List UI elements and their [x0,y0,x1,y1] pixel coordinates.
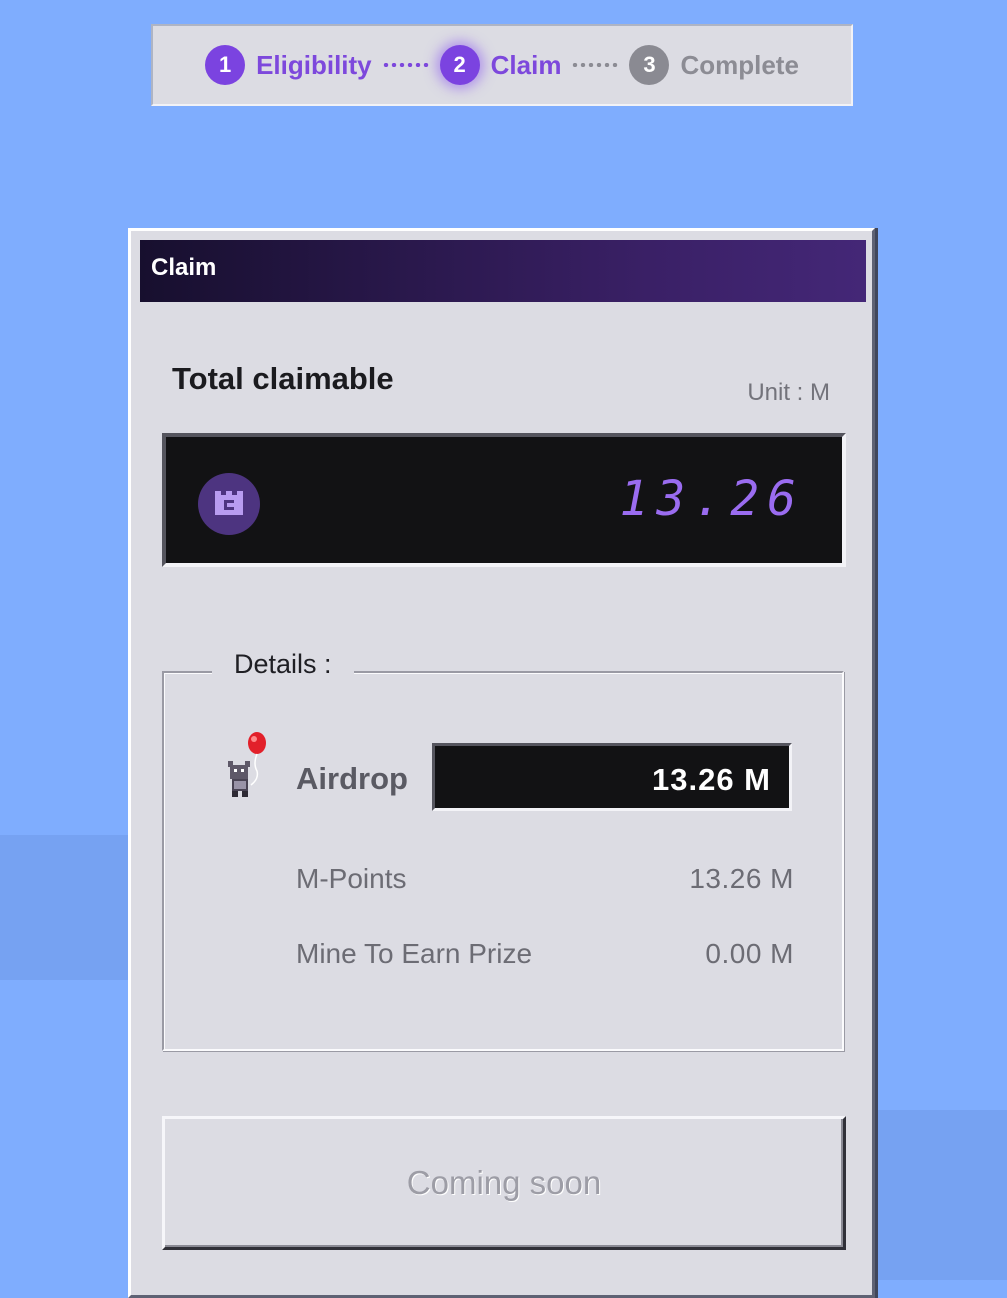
step-label: Claim [490,49,562,80]
coin-icon [198,473,260,535]
unit-label: Unit : M [747,379,830,406]
step-eligibility: 1 Eligibility [205,45,372,85]
total-claimable-display: 13.26 [162,433,846,567]
step-number: 3 [629,45,670,85]
airdrop-label: Airdrop [296,761,408,796]
mine-to-earn-value: 0.00 M [705,938,794,969]
claim-window: Claim Total claimable Unit : M 13.26 Det… [128,228,875,1298]
step-connector [381,63,430,67]
m-points-value: 13.26 M [689,863,794,894]
coming-soon-button[interactable]: Coming soon [162,1116,846,1250]
details-fieldset: Details : Airdrop 13.26 M M-Points 13.26… [162,649,844,1051]
progress-stepper: 1 Eligibility 2 Claim 3 Complete [151,24,853,106]
step-number: 2 [439,45,480,85]
total-claimable-label: Total claimable [172,361,394,396]
total-claimable-value: 13.26 [619,471,804,527]
step-claim: 2 Claim [439,45,562,85]
window-title: Claim [140,240,866,302]
mine-to-earn-label: Mine To Earn Prize [296,938,533,969]
step-label: Eligibility [256,49,372,80]
step-label: Complete [680,49,799,80]
details-legend: Details : [212,649,354,680]
step-connector [571,63,620,67]
background-hill-right [867,1110,1007,1280]
airdrop-value: 13.26 M [432,743,792,811]
step-complete: 3 Complete [629,45,799,85]
m-points-label: M-Points [296,863,407,894]
balloon-character-icon [224,731,274,808]
step-number: 1 [205,45,246,85]
background-hill-left [0,835,140,980]
